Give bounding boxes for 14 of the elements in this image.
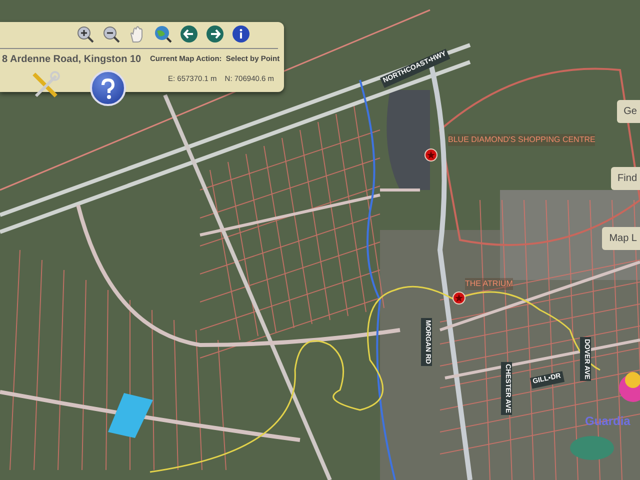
logo-emblem-icon [570, 436, 614, 460]
side-panel-button[interactable]: Map L [602, 227, 640, 250]
place-label: BLUE DIAMOND'S SHOPPING CENTRE [448, 134, 596, 146]
side-panel-button[interactable]: Find [610, 167, 640, 190]
zoom-out-icon[interactable] [102, 25, 120, 43]
logo-blob-icon [619, 372, 640, 402]
info-icon[interactable] [232, 25, 250, 43]
zoom-in-icon[interactable] [76, 25, 94, 43]
side-panel-button[interactable]: Ge [616, 100, 640, 123]
selected-parcel[interactable] [108, 393, 153, 438]
globe-magnifier-icon[interactable] [154, 25, 172, 43]
tools-icon[interactable] [30, 70, 60, 100]
address-text: 8 Ardenne Road, Kingston 10 [2, 53, 142, 67]
place-label: THE ATRIUM [465, 278, 513, 290]
